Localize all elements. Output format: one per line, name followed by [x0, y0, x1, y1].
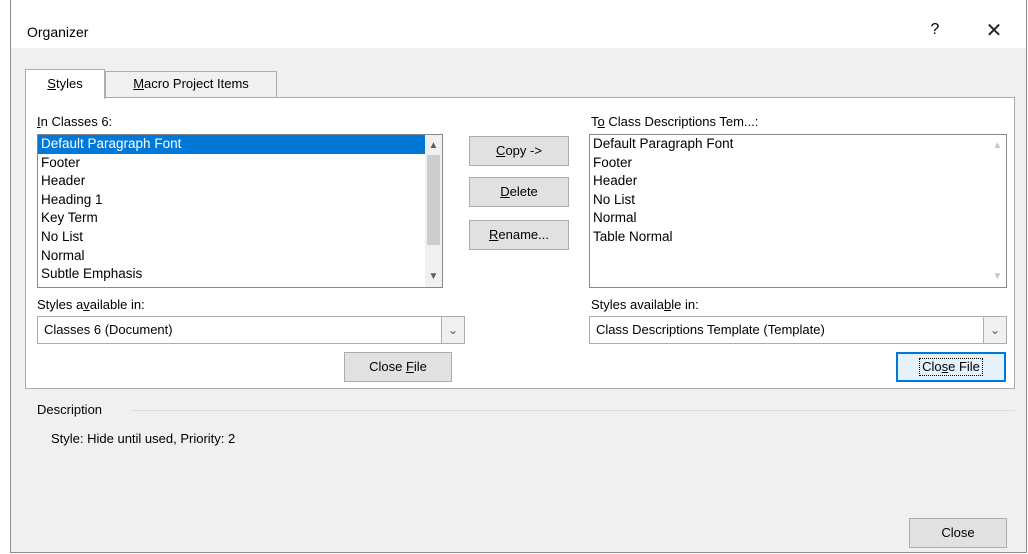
tab-macro-project-items[interactable]: Macro Project Items: [105, 71, 277, 97]
right-list-item[interactable]: Footer: [590, 154, 1006, 173]
right-close-file-text-2: e File: [948, 359, 980, 374]
tab-macro-label: acro Project Items: [144, 76, 249, 91]
scroll-down-icon: ▼: [992, 271, 1003, 282]
left-available-label: Styles available in:: [37, 297, 145, 312]
right-list-item[interactable]: Header: [590, 172, 1006, 191]
left-styles-list[interactable]: Default Paragraph Font Footer Header Headin…: [37, 134, 443, 288]
left-list-scrollbar[interactable]: ▲ ▼: [425, 135, 442, 287]
left-close-file-mnemonic: F: [405, 359, 414, 374]
copy-label: opy ->: [505, 143, 542, 158]
scroll-down-icon[interactable]: ▼: [425, 268, 442, 285]
left-list-item[interactable]: Default Paragraph Font: [38, 135, 442, 154]
left-close-file-button[interactable]: Close File: [344, 352, 452, 382]
scroll-up-icon: ▲: [992, 140, 1003, 151]
rename-label: ename...: [498, 227, 549, 242]
delete-button[interactable]: Delete: [469, 177, 569, 207]
help-button[interactable]: ?: [923, 18, 947, 42]
left-available-text-1: Styles a: [37, 297, 84, 312]
close-window-button[interactable]: ✕: [979, 16, 1009, 46]
delete-label: elete: [509, 184, 538, 199]
right-available-text-1: Styles availa: [591, 297, 664, 312]
right-close-file-button[interactable]: Close File: [896, 352, 1006, 382]
right-list-item[interactable]: Default Paragraph Font: [590, 135, 1006, 154]
rename-button[interactable]: Rename...: [469, 220, 569, 250]
left-list-item[interactable]: No List: [38, 228, 442, 247]
right-list-item[interactable]: Normal: [590, 209, 1006, 228]
left-available-text-2: ailable in:: [89, 297, 145, 312]
left-list-item[interactable]: Subtle Emphasis: [38, 265, 442, 284]
right-styles-list[interactable]: Default Paragraph Font Footer Header No Lis…: [589, 134, 1007, 288]
delete-mnemonic: D: [500, 184, 510, 199]
description-text: Style: Hide until used, Priority: 2: [51, 431, 236, 446]
left-close-file-text-2: ile: [413, 359, 427, 374]
tab-macro-mnemonic: M: [133, 76, 145, 91]
left-list-item[interactable]: Footer: [38, 154, 442, 173]
right-list-label: To Class Descriptions Tem...:: [591, 114, 758, 129]
right-target-combo[interactable]: Class Descriptions Template (Template) ⌄: [589, 316, 1007, 344]
copy-button[interactable]: Copy ->: [469, 136, 569, 166]
window-title: Organizer: [27, 24, 89, 40]
left-list-item[interactable]: Key Term: [38, 209, 442, 228]
description-heading: Description: [37, 402, 103, 417]
left-list-label: In Classes 6:: [37, 114, 112, 129]
focus-rectangle: Close File: [919, 358, 983, 376]
chevron-down-icon[interactable]: ⌄: [983, 317, 1006, 343]
left-close-file-text-1: Close: [369, 359, 406, 374]
right-list-item[interactable]: No List: [590, 191, 1006, 210]
description-divider: [131, 410, 1015, 411]
left-list-item[interactable]: Normal: [38, 247, 442, 266]
tab-styles-mnemonic: S: [47, 76, 56, 91]
chevron-down-icon[interactable]: ⌄: [441, 317, 464, 343]
scroll-up-icon[interactable]: ▲: [425, 137, 442, 154]
tab-styles[interactable]: Styles: [25, 69, 105, 99]
tab-styles-label: tyles: [55, 76, 83, 91]
scrollbar-thumb[interactable]: [427, 155, 440, 245]
left-combo-value: Classes 6 (Document): [44, 322, 173, 337]
left-list-item[interactable]: Heading 1: [38, 191, 442, 210]
close-button[interactable]: Close: [909, 518, 1007, 548]
right-list-label-mnemonic: o: [597, 114, 605, 129]
organizer-dialog: Organizer ? ✕ Styles Macro Project Items…: [10, 0, 1027, 553]
rename-mnemonic: R: [489, 227, 499, 242]
right-list-item[interactable]: Table Normal: [590, 228, 1006, 247]
title-bar: Organizer ? ✕: [11, 0, 1026, 48]
left-list-item[interactable]: Header: [38, 172, 442, 191]
right-combo-value: Class Descriptions Template (Template): [596, 322, 825, 337]
right-list-scrollbar: ▲ ▼: [989, 135, 1006, 287]
right-available-label: Styles available in:: [591, 297, 699, 312]
right-available-text-2: le in:: [671, 297, 699, 312]
right-list-label-text-2: Class Descriptions Tem...:: [604, 114, 759, 129]
left-list-label-text: n Classes 6:: [40, 114, 113, 129]
right-close-file-text-1: Clo: [922, 359, 942, 374]
left-source-combo[interactable]: Classes 6 (Document) ⌄: [37, 316, 465, 344]
